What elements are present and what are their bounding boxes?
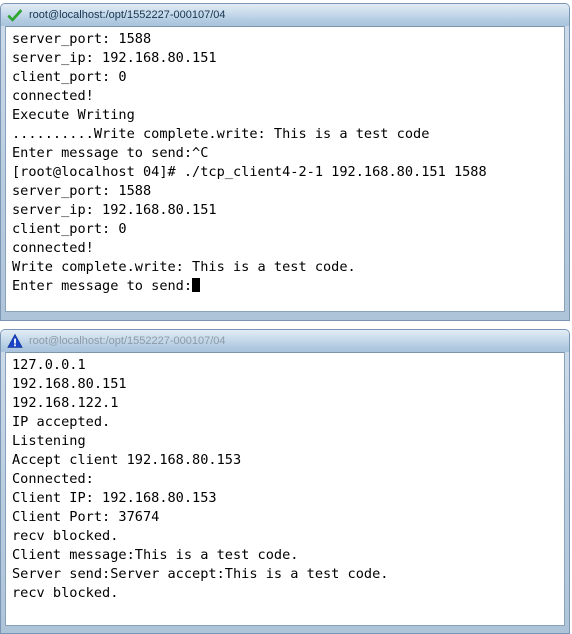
terminal-line: client_port: 0 [12,69,127,85]
terminal-line: Enter message to send:^C [12,145,209,161]
terminal-output-client[interactable]: server_port: 1588 server_ip: 192.168.80.1… [6,27,564,298]
terminal-line: server_ip: 192.168.80.151 [12,202,217,218]
terminal-cursor [192,278,201,292]
terminal-line: connected! [12,240,94,256]
terminal-line: Client Port: 37674 [12,509,160,525]
terminal-line: server_ip: 192.168.80.151 [12,50,217,66]
desktop-background: root@localhost:/opt/1552227-000107/04 se… [0,0,572,634]
terminal-line: Client IP: 192.168.80.153 [12,490,217,506]
terminal-line: Enter message to send: [12,277,564,296]
terminal-line: 192.168.122.1 [12,395,119,411]
terminal-line: Server send:Server accept:This is a test… [12,566,389,582]
terminal-output-server[interactable]: 127.0.0.1 192.168.80.151 192.168.122.1 IP a… [6,353,564,605]
terminal-line: recv blocked. [12,528,119,544]
terminal-line: recv blocked. [12,585,119,601]
terminal-line: [root@localhost 04]# ./tcp_client4-2-1 1… [12,164,487,180]
terminal-line: ..........Write complete.write: This is … [12,126,430,142]
blue-warning-icon [7,333,23,348]
terminal-line: Accept client 192.168.80.153 [12,452,242,468]
terminal-line: connected! [12,88,94,104]
terminal-line: Write complete.write: This is a test cod… [12,259,356,275]
terminal-line: server_port: 1588 [12,183,152,199]
terminal-line: 127.0.0.1 [12,357,86,373]
terminal-line: Execute Writing [12,107,135,123]
titlebar-client[interactable]: root@localhost:/opt/1552227-000107/04 [1,4,569,26]
terminal-line: Client message:This is a test code. [12,547,299,563]
terminal-window-client[interactable]: root@localhost:/opt/1552227-000107/04 se… [0,3,570,321]
terminal-frame-client: server_port: 1588 server_ip: 192.168.80.1… [5,26,565,312]
terminal-frame-server: 127.0.0.1 192.168.80.151 192.168.122.1 IP a… [5,352,565,626]
terminal-line: IP accepted. [12,414,111,430]
titlebar-title-server: root@localhost:/opt/1552227-000107/04 [29,334,226,347]
titlebar-server[interactable]: root@localhost:/opt/1552227-000107/04 [1,330,569,352]
terminal-line: Connected: [12,471,94,487]
green-check-icon [7,9,23,22]
terminal-line: client_port: 0 [12,221,127,237]
titlebar-title-client: root@localhost:/opt/1552227-000107/04 [29,8,226,21]
terminal-window-server[interactable]: root@localhost:/opt/1552227-000107/04 12… [0,329,570,634]
terminal-line: server_port: 1588 [12,31,152,47]
terminal-line: Listening [12,433,86,449]
terminal-line: 192.168.80.151 [12,376,127,392]
